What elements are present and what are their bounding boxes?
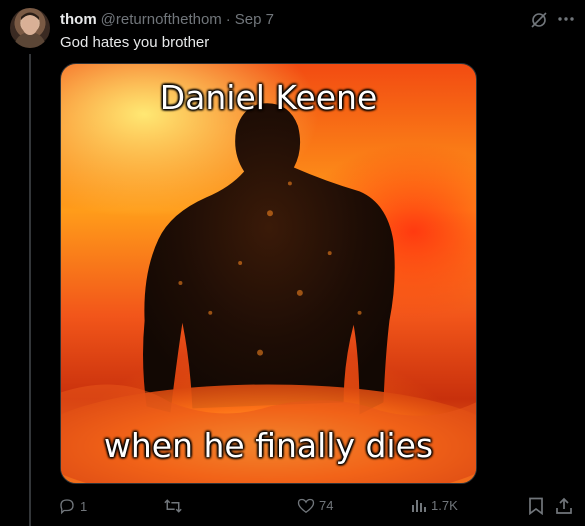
tweet-text: God hates you brother xyxy=(60,34,210,51)
tweet-date[interactable]: Sep 7 xyxy=(235,11,274,28)
reply-count: 1 xyxy=(80,498,88,514)
repost-button[interactable] xyxy=(163,497,187,515)
views-count: 1.7K xyxy=(431,497,458,513)
tweet-header: thom @returnofthethom · Sep 7 xyxy=(60,11,274,28)
tweet-actions: 1 74 1.7K xyxy=(0,497,585,517)
share-button[interactable] xyxy=(555,497,573,515)
grok-icon[interactable] xyxy=(529,10,549,30)
meme-caption-top: Daniel Keene xyxy=(159,78,378,117)
author-name[interactable]: thom xyxy=(60,11,97,28)
share-icon xyxy=(556,497,572,514)
bookmark-button[interactable] xyxy=(528,497,544,515)
meme-caption-bottom: when he finally dies xyxy=(103,426,434,465)
like-button[interactable]: 74 xyxy=(297,497,333,514)
like-icon xyxy=(297,498,315,514)
bookmark-icon xyxy=(529,497,543,515)
tweet-image[interactable]: Daniel Keene when he finally dies xyxy=(60,63,477,484)
reply-button[interactable]: 1 xyxy=(58,497,87,515)
views-icon xyxy=(412,500,426,512)
avatar[interactable] xyxy=(10,8,50,48)
separator: · xyxy=(225,11,231,28)
author-handle[interactable]: @returnofthethom xyxy=(101,11,222,28)
reply-icon xyxy=(60,499,74,515)
thread-line xyxy=(29,54,31,526)
like-count: 74 xyxy=(319,498,334,513)
burning-figure xyxy=(61,103,476,483)
tweet: thom @returnofthethom · Sep 7 God hates … xyxy=(0,0,585,526)
views-button[interactable]: 1.7K xyxy=(411,497,458,513)
repost-icon xyxy=(164,499,182,513)
more-icon[interactable] xyxy=(555,8,577,30)
